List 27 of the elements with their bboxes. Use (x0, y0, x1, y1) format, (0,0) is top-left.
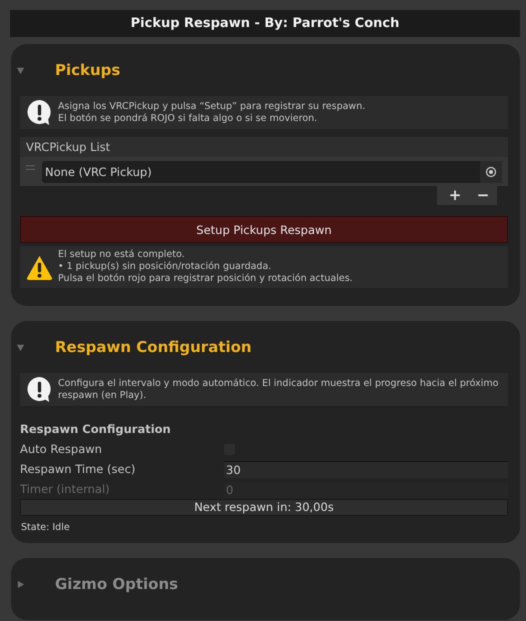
section-title[interactable]: Gizmo Options (55, 575, 178, 593)
setup-button[interactable]: Setup Pickups Respawn (20, 216, 508, 243)
info-icon (26, 99, 53, 126)
message-text: Configura el intervalo y modo automático. El indicador muestra el progreso hacia el próximo respawn (en Play). (58, 378, 500, 402)
field-label: Respawn Time (sec) (20, 462, 136, 476)
subsection-heading: Respawn Configuration (20, 422, 172, 438)
object-field[interactable]: None (VRC Pickup) (42, 161, 502, 183)
expanded-triangle-icon[interactable] (16, 342, 25, 352)
remove-button[interactable]: − (469, 186, 497, 205)
state-label: State: Idle (21, 522, 71, 533)
expanded-triangle-icon[interactable] (16, 66, 25, 74)
info-icon (26, 376, 53, 403)
add-button[interactable]: + (437, 186, 469, 205)
warning-icon (26, 254, 53, 280)
section-title[interactable]: Respawn Configuration (55, 338, 252, 356)
message-text: Asigna los VRCPickup y pulsa “Setup” para registrar su respawn. El botón se pondrá ROJO si falta algo o si se movieron. (58, 100, 366, 124)
collapsed-triangle-icon[interactable] (16, 580, 25, 588)
drag-handle-icon[interactable] (26, 165, 35, 171)
window-title: Pickup Respawn - By: Parrot's Conch (10, 10, 520, 37)
section-title[interactable]: Pickups (55, 61, 120, 79)
message-text: El setup no está completo. • 1 pickup(s) sin posición/rotación guardada. Pulsa el botón rojo para registrar posición y rotación actuales. (58, 249, 353, 285)
list-header: VRCPickup List (20, 137, 508, 157)
field-label: Auto Respawn (20, 442, 103, 456)
field-label: Timer (internal) (20, 482, 111, 496)
countdown-bar: Next respawn in: 30,00s (20, 499, 508, 516)
number-field[interactable]: 30 (224, 460, 508, 478)
object-picker-icon[interactable] (480, 161, 502, 183)
